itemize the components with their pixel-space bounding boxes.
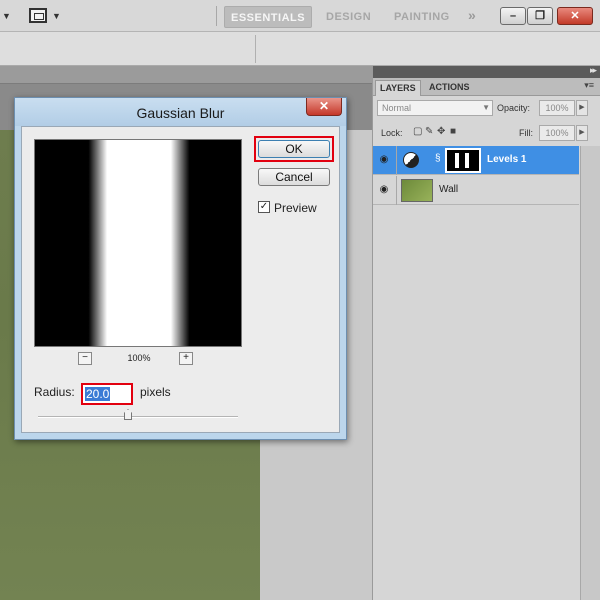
- dialog-close-button[interactable]: ✕: [306, 98, 342, 116]
- panel-tab-bar: LAYERS ACTIONS: [373, 78, 600, 96]
- preview-checkbox[interactable]: ✓: [258, 201, 270, 213]
- blend-mode-select[interactable]: Normal ▼: [377, 100, 493, 116]
- more-workspaces-icon[interactable]: »: [468, 7, 476, 23]
- app-close-button[interactable]: ✕: [557, 7, 593, 25]
- tab-actions[interactable]: ACTIONS: [425, 80, 474, 96]
- cancel-button[interactable]: Cancel: [258, 168, 330, 186]
- minimize-button[interactable]: –: [500, 7, 526, 25]
- zoom-level: 100%: [127, 353, 151, 363]
- workspace-design[interactable]: DESIGN: [320, 6, 377, 28]
- restore-button[interactable]: ❐: [527, 7, 553, 25]
- fill-label: Fill:: [519, 128, 533, 138]
- layer-thumbnail: [401, 179, 433, 202]
- menu-dropdown-arrow-icon[interactable]: ▼: [2, 11, 11, 21]
- chevron-down-icon: ▼: [482, 103, 490, 112]
- lock-options: ▢✎✥■: [413, 126, 461, 138]
- lock-all-icon[interactable]: ■: [449, 126, 461, 138]
- options-bar: [0, 32, 600, 66]
- blend-mode-value: Normal: [382, 103, 412, 113]
- blur-preview[interactable]: [34, 139, 242, 347]
- layers-list: ◉ § Levels 1 ◉ Wall: [373, 146, 579, 206]
- screen-mode-icon[interactable]: [29, 8, 47, 23]
- tab-layers[interactable]: LAYERS: [375, 80, 421, 96]
- fill-arrow-icon[interactable]: ▶: [576, 125, 588, 141]
- layer-name: Levels 1: [487, 154, 527, 165]
- zoom-out-button[interactable]: −: [78, 352, 92, 365]
- lock-label: Lock:: [381, 128, 403, 138]
- dialog-title-bar[interactable]: Gaussian Blur ✕: [15, 98, 346, 126]
- radius-unit: pixels: [140, 385, 171, 399]
- opacity-input[interactable]: 100%: [539, 100, 575, 116]
- document-tab-strip: [0, 66, 372, 84]
- opacity-arrow-icon[interactable]: ▶: [576, 100, 588, 116]
- workspace-painting[interactable]: PAINTING: [388, 6, 456, 28]
- dialog-body: − 100% + OK Cancel ✓ Preview Radius: 20.…: [21, 126, 340, 433]
- eye-icon: ◉: [379, 154, 389, 165]
- lock-transparent-icon[interactable]: ▢: [413, 126, 425, 138]
- gaussian-blur-dialog: Gaussian Blur ✕ − 100% + OK Cancel ✓ Pre…: [14, 97, 347, 440]
- collapse-panel-icon[interactable]: ▸▸: [590, 65, 597, 76]
- ok-button[interactable]: OK: [258, 140, 330, 158]
- radius-slider[interactable]: [38, 416, 238, 418]
- appbar-divider: [216, 6, 217, 26]
- layer-row-levels[interactable]: ◉ § Levels 1: [373, 146, 579, 175]
- layer-name: Wall: [439, 184, 459, 195]
- link-icon[interactable]: §: [435, 153, 441, 164]
- eye-icon: ◉: [379, 184, 389, 195]
- lock-pixels-icon[interactable]: ✎: [425, 126, 437, 138]
- layers-panel: ▸▸ LAYERS ACTIONS ▾≡ Normal ▼ Opacity: 1…: [372, 65, 600, 600]
- layer-row-wall[interactable]: ◉ Wall: [373, 176, 579, 205]
- dialog-title: Gaussian Blur: [136, 105, 225, 121]
- screen-mode-dropdown-icon[interactable]: ▼: [52, 11, 61, 21]
- application-bar: ▼ ▼ ESSENTIALS DESIGN PAINTING » – ❐ ✕: [0, 0, 600, 32]
- zoom-in-button[interactable]: +: [179, 352, 193, 365]
- radius-value: 20.0: [85, 387, 111, 401]
- panel-header: ▸▸: [373, 65, 600, 78]
- panel-menu-icon[interactable]: ▾≡: [584, 80, 594, 91]
- radius-slider-thumb[interactable]: [124, 409, 132, 420]
- panel-scrollbar[interactable]: [580, 146, 600, 600]
- lock-position-icon[interactable]: ✥: [437, 126, 449, 138]
- radius-input[interactable]: 20.0: [81, 383, 133, 405]
- adjustment-layer-icon: [403, 152, 419, 168]
- workspace-essentials[interactable]: ESSENTIALS: [224, 6, 313, 28]
- visibility-toggle[interactable]: ◉: [373, 146, 397, 175]
- radius-label: Radius:: [34, 385, 75, 399]
- visibility-toggle[interactable]: ◉: [373, 176, 397, 205]
- options-bar-divider: [255, 35, 256, 63]
- opacity-label: Opacity:: [497, 103, 531, 113]
- fill-input[interactable]: 100%: [539, 125, 575, 141]
- preview-label: Preview: [274, 201, 317, 215]
- layer-mask-thumbnail[interactable]: [445, 148, 481, 173]
